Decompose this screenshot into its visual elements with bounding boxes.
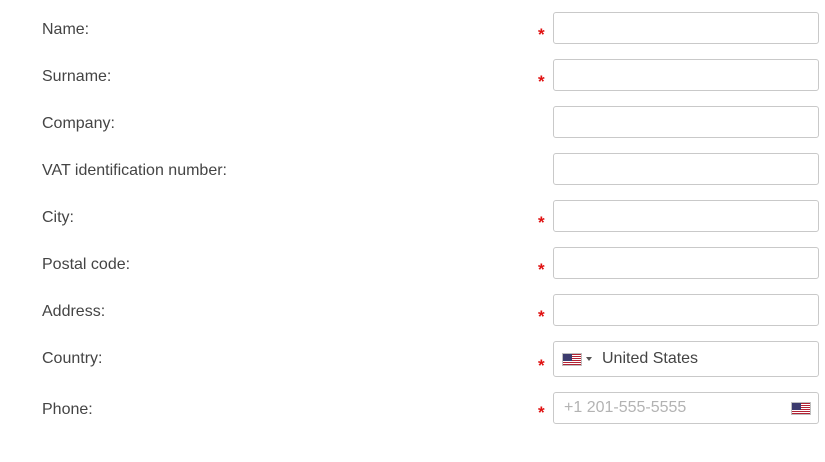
phone-label: Phone: xyxy=(42,401,93,418)
city-input[interactable] xyxy=(553,200,819,232)
name-required-marker: * xyxy=(538,25,545,44)
postal-code-label: Postal code: xyxy=(42,256,131,273)
phone-required-marker: * xyxy=(538,403,545,422)
country-label: Country: xyxy=(42,350,103,367)
country-required-marker: * xyxy=(538,356,545,375)
surname-input[interactable] xyxy=(553,59,819,91)
name-label: Name: xyxy=(42,21,90,38)
surname-required-marker: * xyxy=(538,72,545,91)
city-required-marker: * xyxy=(538,213,545,232)
address-label: Address: xyxy=(42,303,106,320)
address-required-marker: * xyxy=(538,307,545,326)
country-selected-value: United States xyxy=(602,350,699,367)
city-label: City: xyxy=(42,209,74,226)
address-input[interactable] xyxy=(553,294,819,326)
surname-label: Surname: xyxy=(42,68,112,85)
phone-input[interactable] xyxy=(553,392,819,424)
us-flag-icon xyxy=(791,402,811,415)
billing-details-form: Name: * Surname: * Company: VAT identifi… xyxy=(0,0,825,462)
postal-code-input[interactable] xyxy=(553,247,819,279)
name-input[interactable] xyxy=(553,12,819,44)
postal-code-required-marker: * xyxy=(538,260,545,279)
company-label: Company: xyxy=(42,115,115,132)
vat-input[interactable] xyxy=(553,153,819,185)
country-select[interactable]: United States xyxy=(553,341,819,377)
vat-label: VAT identification number: xyxy=(42,162,227,179)
company-input[interactable] xyxy=(553,106,819,138)
chevron-down-icon[interactable] xyxy=(586,357,592,361)
us-flag-icon[interactable] xyxy=(562,352,582,366)
